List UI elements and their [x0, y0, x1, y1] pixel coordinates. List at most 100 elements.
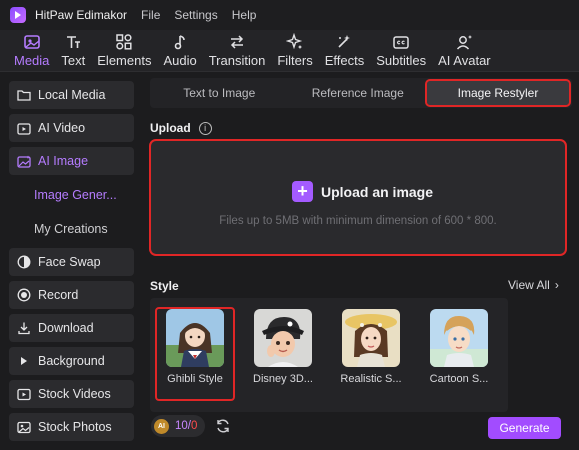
- ghibli-style-thumbnail: [166, 309, 224, 367]
- cartoon-style-thumbnail: [430, 309, 488, 367]
- subtitles-icon: [393, 36, 409, 49]
- chevron-right-icon: ›: [554, 278, 559, 292]
- play-triangle-icon: [17, 354, 31, 368]
- stock-photos-icon: [17, 420, 31, 434]
- effects-icon: [338, 35, 351, 48]
- tool-transition-label: Transition: [208, 53, 266, 68]
- sidebar-item-label: Stock Photos: [38, 420, 112, 434]
- ai-image-icon: [17, 154, 31, 168]
- tool-filters-label: Filters: [277, 53, 313, 68]
- audio-icon: [174, 35, 185, 50]
- style-name: Cartoon S...: [429, 373, 489, 385]
- tool-audio-label: Audio: [163, 53, 197, 68]
- tool-elements[interactable]: Elements: [91, 30, 157, 71]
- style-list: Ghibli Style Disney 3D... Realistic S...…: [150, 298, 508, 412]
- app-logo-icon: [10, 7, 26, 23]
- ai-coin-icon: AI: [154, 418, 169, 434]
- style-name: Realistic S...: [340, 373, 402, 385]
- tool-filters[interactable]: Filters: [271, 30, 318, 71]
- tool-effects[interactable]: Effects: [319, 30, 371, 71]
- media-icon: [23, 35, 40, 49]
- sidebar-item-stock-photos[interactable]: Stock Photos: [9, 413, 134, 441]
- tool-text-label: Text: [61, 53, 86, 68]
- tool-subtitles-label: Subtitles: [376, 53, 427, 68]
- tab-reference-image[interactable]: Reference Image: [289, 78, 428, 108]
- generate-button[interactable]: Generate: [488, 417, 561, 439]
- sidebar-item-stock-videos[interactable]: Stock Videos: [9, 380, 134, 408]
- sidebar-item-label: Download: [38, 321, 94, 335]
- tool-ai-avatar[interactable]: AI Avatar: [432, 30, 497, 71]
- tool-elements-label: Elements: [97, 53, 152, 68]
- sidebar-item-label: Local Media: [38, 88, 106, 102]
- upload-dropzone[interactable]: + Upload an image Files up to 5MB with m…: [149, 139, 567, 256]
- main-toolbar: Media Text Elements Audio Transition Fil…: [0, 30, 579, 72]
- sidebar-item-download[interactable]: Download: [9, 314, 134, 342]
- info-icon[interactable]: i: [198, 121, 212, 135]
- realistic-style-thumbnail: [342, 309, 400, 367]
- upload-label-text: Upload: [150, 121, 191, 135]
- upload-button[interactable]: + Upload an image: [292, 181, 433, 202]
- plus-icon: +: [292, 181, 313, 202]
- title-bar: HitPaw Edimakor File Settings Help: [0, 0, 579, 30]
- ai-avatar-icon: [457, 35, 473, 50]
- sidebar-item-label: Background: [38, 354, 105, 368]
- folder-icon: [17, 88, 31, 102]
- record-icon: [17, 288, 31, 302]
- tool-audio[interactable]: Audio: [157, 30, 202, 71]
- transition-icon: [230, 35, 244, 49]
- tab-text-to-image[interactable]: Text to Image: [150, 78, 289, 108]
- view-all-link[interactable]: View All ›: [508, 278, 559, 292]
- menu-help[interactable]: Help: [232, 8, 257, 22]
- app-title: HitPaw Edimakor: [35, 8, 128, 22]
- credits-used: 10: [175, 420, 188, 432]
- filters-icon: [286, 33, 303, 50]
- tool-transition[interactable]: Transition: [203, 30, 272, 71]
- credits-indicator: AI 10 / 0: [151, 415, 206, 437]
- sidebar-item-background[interactable]: Background: [9, 347, 134, 375]
- refresh-icon[interactable]: [215, 418, 231, 434]
- tab-image-restyler[interactable]: Image Restyler: [425, 79, 571, 107]
- tool-subtitles[interactable]: Subtitles: [370, 30, 432, 71]
- sidebar-item-label: Face Swap: [38, 255, 101, 269]
- disney-3d-style-thumbnail: [254, 309, 312, 367]
- sidebar-item-local-media[interactable]: Local Media: [9, 81, 134, 109]
- style-name: Ghibli Style: [167, 373, 223, 385]
- style-card-realistic[interactable]: Realistic S...: [333, 309, 409, 399]
- style-card-cartoon[interactable]: Cartoon S...: [421, 309, 497, 399]
- upload-section-label: Upload i: [150, 121, 212, 135]
- style-section-label: Style: [150, 279, 179, 293]
- upload-hint: Files up to 5MB with minimum dimension o…: [219, 215, 497, 227]
- sidebar-item-ai-image[interactable]: AI Image: [9, 147, 134, 175]
- upload-title: Upload an image: [321, 183, 434, 200]
- download-icon: [17, 321, 31, 335]
- mode-tabs: Text to Image Reference Image Image Rest…: [150, 78, 572, 108]
- sidebar-subitem-image-generator[interactable]: Image Gener...: [34, 188, 117, 202]
- sidebar: Local Media AI Video AI Image Image Gene…: [0, 76, 142, 450]
- stock-videos-icon: [17, 387, 31, 401]
- style-name: Disney 3D...: [253, 373, 313, 385]
- style-card-ghibli[interactable]: Ghibli Style: [155, 307, 235, 401]
- credits-total: 0: [191, 420, 198, 432]
- sidebar-item-label: AI Image: [38, 154, 89, 168]
- sidebar-item-label: AI Video: [38, 121, 86, 135]
- menu-settings[interactable]: Settings: [174, 8, 217, 22]
- tool-text[interactable]: Text: [55, 30, 91, 71]
- main-panel: Text to Image Reference Image Image Rest…: [142, 72, 579, 450]
- tool-effects-label: Effects: [324, 53, 365, 68]
- sidebar-item-label: Record: [38, 288, 79, 302]
- tool-media[interactable]: Media: [8, 30, 55, 71]
- bottom-bar: AI 10 / 0 Generate: [142, 412, 579, 450]
- tool-media-label: Media: [14, 53, 50, 68]
- sidebar-item-label: Stock Videos: [38, 387, 111, 401]
- menu-file[interactable]: File: [141, 8, 160, 22]
- ai-video-icon: [17, 121, 31, 135]
- sidebar-subitem-my-creations[interactable]: My Creations: [34, 222, 108, 236]
- tool-ai-avatar-label: AI Avatar: [438, 53, 491, 68]
- elements-icon: [116, 34, 132, 50]
- sidebar-item-face-swap[interactable]: Face Swap: [9, 248, 134, 276]
- sidebar-item-ai-video[interactable]: AI Video: [9, 114, 134, 142]
- sidebar-item-record[interactable]: Record: [9, 281, 134, 309]
- view-all-label: View All: [508, 278, 550, 292]
- style-card-disney-3d[interactable]: Disney 3D...: [245, 309, 321, 399]
- text-icon: [67, 36, 81, 48]
